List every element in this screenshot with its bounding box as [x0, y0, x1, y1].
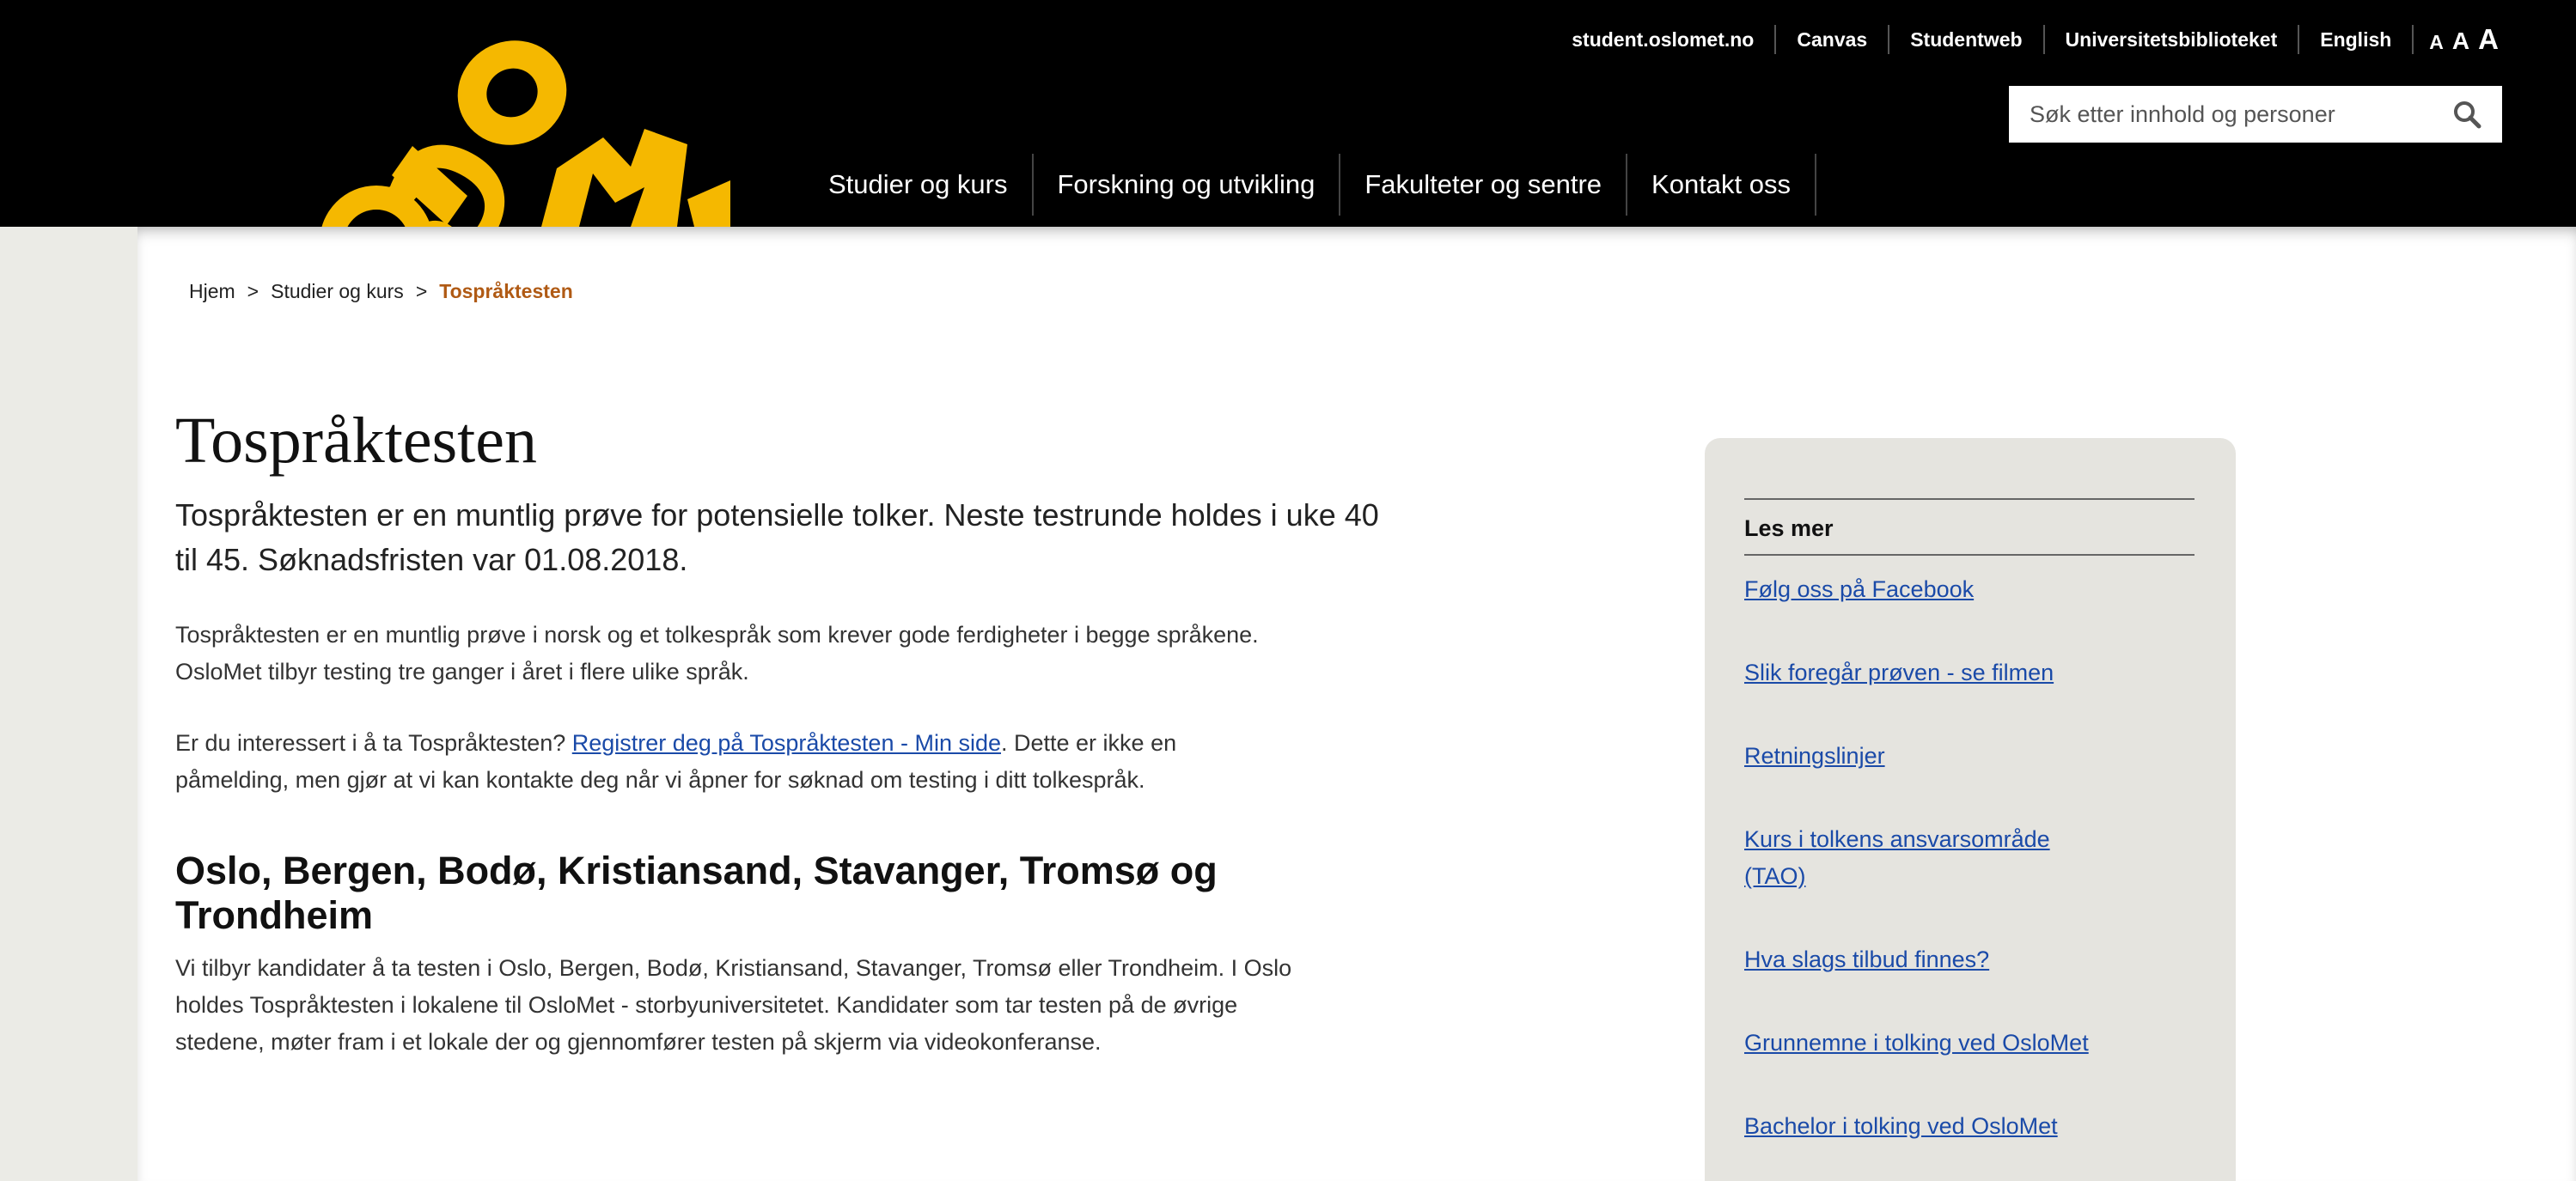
text-line: Tospråktesten er en muntlig prøve i nors…	[175, 621, 1259, 648]
breadcrumb: Hjem > Studier og kurs > Tospråktesten	[189, 280, 573, 303]
list-item: Slik foregår prøven - se filmen	[1744, 654, 2194, 691]
sidebar-link-basic-course[interactable]: Grunnemne i tolking ved OsloMet	[1744, 1025, 2194, 1062]
font-size-small-button[interactable]: A	[2429, 31, 2444, 54]
top-link-canvas[interactable]: Canvas	[1776, 22, 1888, 57]
list-item: Hva slags tilbud finnes?	[1744, 941, 2194, 978]
sidebar-link-bachelor[interactable]: Bachelor i tolking ved OsloMet	[1744, 1108, 2194, 1145]
text-fragment: Er du interessert i å ta Tospråktesten?	[175, 729, 572, 756]
top-link-english[interactable]: English	[2299, 22, 2412, 57]
page-title: Tospråktesten	[175, 405, 538, 477]
top-link-library[interactable]: Universitetsbiblioteket	[2045, 22, 2298, 57]
nav-item-fakulteter[interactable]: Fakulteter og sentre	[1340, 155, 1626, 215]
main-nav: Studier og kurs Forskning og utvikling F…	[804, 154, 1817, 216]
nav-item-kontakt[interactable]: Kontakt oss	[1627, 155, 1815, 215]
breadcrumb-separator: >	[247, 280, 259, 302]
article: Tospråktesten Tospråktesten er en muntli…	[175, 405, 1653, 1061]
intro-paragraph: Tospråktesten er en muntlig prøve i nors…	[175, 617, 1653, 691]
top-link-studentweb[interactable]: Studentweb	[1889, 22, 2042, 57]
search-icon[interactable]	[2452, 100, 2481, 129]
link-text: (TAO)	[1744, 863, 1806, 889]
sidebar-link-offers[interactable]: Hva slags tilbud finnes?	[1744, 941, 2194, 978]
font-size-large-button[interactable]: A	[2478, 23, 2499, 56]
oslomet-logo-graphic: O S	[305, 40, 730, 227]
lead-line: til 45. Søknadsfristen var 01.08.2018.	[175, 541, 688, 577]
breadcrumb-separator: >	[415, 280, 428, 302]
sidebar-link-guidelines[interactable]: Retningslinjer	[1744, 738, 2194, 775]
breadcrumb-home[interactable]: Hjem	[189, 280, 235, 303]
link-text: Grunnemne i tolking ved OsloMet	[1744, 1030, 2089, 1056]
sidebar-title: Les mer	[1744, 515, 1834, 541]
utility-nav: student.oslomet.no Canvas Studentweb Uni…	[1551, 22, 2499, 57]
link-text: Kurs i tolkens ansvarsområde	[1744, 826, 2050, 852]
nav-item-forskning[interactable]: Forskning og utvikling	[1034, 155, 1340, 215]
site-header: O S student.oslomet.no Canvas Studentweb…	[0, 0, 2576, 227]
register-paragraph: Er du interessert i å ta Tospråktesten? …	[175, 725, 1653, 799]
text-line: holdes Tospråktesten i lokalene til Oslo…	[175, 991, 1238, 1018]
divider	[1815, 154, 1817, 216]
list-item: Følg oss på Facebook	[1744, 571, 2194, 608]
link-text: Hva slags tilbud finnes?	[1744, 947, 1990, 972]
text-line: Vi tilbyr kandidater å ta testen i Oslo,…	[175, 954, 1292, 981]
oslomet-logo[interactable]: O S	[284, 0, 730, 227]
search-input[interactable]	[2030, 100, 2452, 128]
font-size-controls: A A A	[2414, 23, 2499, 56]
link-text: Følg oss på Facebook	[1744, 576, 1975, 602]
top-link-student-portal[interactable]: student.oslomet.no	[1551, 22, 1774, 57]
list-item: Retningslinjer	[1744, 738, 2194, 775]
heading-line: Trondheim	[175, 892, 374, 937]
list-item: Kurs i tolkens ansvarsområde (TAO)	[1744, 821, 2194, 895]
section-heading: Oslo, Bergen, Bodø, Kristiansand, Stavan…	[175, 849, 1653, 938]
sidebar-link-facebook[interactable]: Følg oss på Facebook	[1744, 571, 2194, 608]
nav-item-studier[interactable]: Studier og kurs	[804, 155, 1032, 215]
logo-shape-e	[687, 180, 730, 227]
list-item: Grunnemne i tolking ved OsloMet	[1744, 1025, 2194, 1062]
breadcrumb-current: Tospråktesten	[439, 280, 573, 302]
font-size-medium-button[interactable]: A	[2452, 27, 2469, 55]
link-text: Slik foregår prøven - se filmen	[1744, 660, 2054, 685]
sidebar-link-list: Følg oss på Facebook Slik foregår prøven…	[1744, 571, 2194, 1145]
lead-paragraph: Tospråktesten er en muntlig prøve for po…	[175, 493, 1653, 582]
sidebar-link-film[interactable]: Slik foregår prøven - se filmen	[1744, 654, 2194, 691]
logo-shape-m	[541, 129, 687, 227]
text-line: OsloMet tilbyr testing tre ganger i året…	[175, 658, 749, 685]
link-text: Bachelor i tolking ved OsloMet	[1744, 1113, 2058, 1139]
divider	[1744, 554, 2194, 556]
lead-line: Tospråktesten er en muntlig prøve for po…	[175, 496, 1379, 533]
locations-paragraph: Vi tilbyr kandidater å ta testen i Oslo,…	[175, 950, 1653, 1061]
text-line: stedene, møter fram i et lokale der og g…	[175, 1028, 1102, 1055]
register-link[interactable]: Registrer deg på Tospråktesten - Min sid…	[572, 730, 1001, 756]
text-fragment: . Dette er ikke en	[1001, 729, 1177, 756]
sidebar-link-tao-course[interactable]: Kurs i tolkens ansvarsområde (TAO)	[1744, 821, 2194, 895]
heading-line: Oslo, Bergen, Bodø, Kristiansand, Stavan…	[175, 848, 1218, 892]
search-box	[2009, 86, 2502, 143]
list-item: Bachelor i tolking ved OsloMet	[1744, 1108, 2194, 1145]
sidebar-read-more: Les mer Følg oss på Facebook Slik foregå…	[1705, 438, 2236, 1181]
text-line: påmelding, men gjør at vi kan kontakte d…	[175, 766, 1145, 793]
breadcrumb-studier[interactable]: Studier og kurs	[271, 280, 404, 303]
link-text: Retningslinjer	[1744, 743, 1885, 769]
